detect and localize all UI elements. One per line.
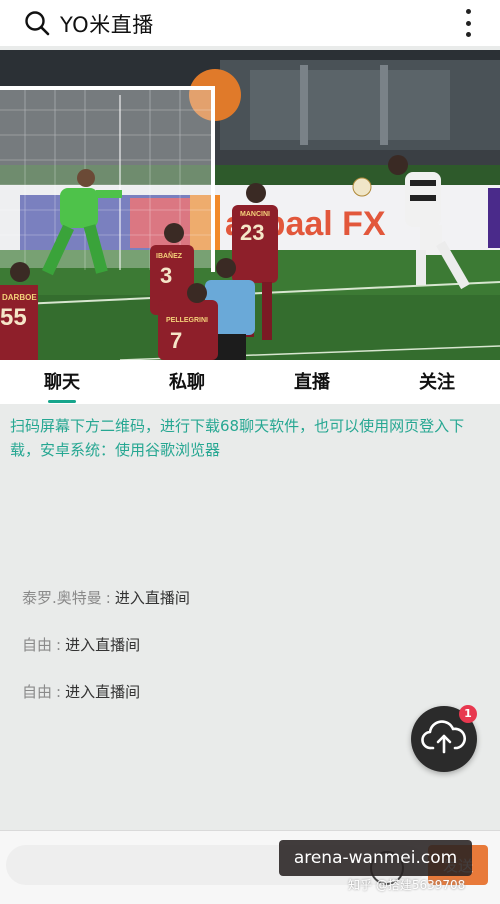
player-23-name: MANCINI (240, 211, 270, 218)
zhihu-watermark: 知乎 @搭建5639708 (348, 878, 466, 892)
chat-text: 进入直播间 (65, 683, 141, 701)
chat-username: 自由 (22, 636, 53, 654)
player-3-name: IBAÑEZ (156, 251, 183, 260)
tab-bar: 聊天 私聊 直播 关注 (0, 360, 500, 404)
player-55-number: 55 (0, 304, 27, 331)
top-bar: YO米直播 (0, 0, 500, 46)
search-icon[interactable] (24, 10, 50, 36)
site-watermark: arena-wanmei.com (279, 840, 472, 876)
active-tab-indicator (48, 400, 76, 403)
more-menu-icon[interactable] (464, 9, 472, 37)
ball (352, 177, 372, 197)
player-55-name: DARBOE (2, 293, 37, 302)
chat-text: 进入直播间 (114, 589, 190, 607)
tab-live[interactable]: 直播 (282, 368, 342, 394)
match-scene: aupaal FX DARBOE 55 IBAÑEZ 3 MANCINI 23 … (0, 50, 500, 360)
chat-message: 自由: 进入直播间 (22, 683, 141, 701)
tab-private-chat[interactable]: 私聊 (157, 368, 217, 394)
chat-text: 进入直播间 (65, 636, 141, 654)
tab-chat[interactable]: 聊天 (32, 368, 92, 394)
chat-username: 自由 (22, 683, 53, 701)
chat-username: 泰罗.奥特曼 (22, 589, 102, 607)
player-7-number: 7 (170, 328, 182, 353)
chat-message: 泰罗.奥特曼: 进入直播间 (22, 589, 190, 607)
player-23-number: 23 (240, 220, 264, 245)
notification-badge: 1 (459, 705, 477, 723)
chat-message: 自由: 进入直播间 (22, 636, 141, 654)
tab-follow[interactable]: 关注 (407, 368, 467, 394)
download-notice: 扫码屏幕下方二维码，进行下载68聊天软件，也可以使用网页登入下载，安卓系统：使用… (10, 417, 465, 459)
player-3-number: 3 (160, 263, 172, 288)
app-title: YO米直播 (60, 13, 154, 37)
player-7-name: PELLEGRINI (166, 317, 208, 324)
live-video-player[interactable]: aupaal FX DARBOE 55 IBAÑEZ 3 MANCINI 23 … (0, 50, 500, 360)
